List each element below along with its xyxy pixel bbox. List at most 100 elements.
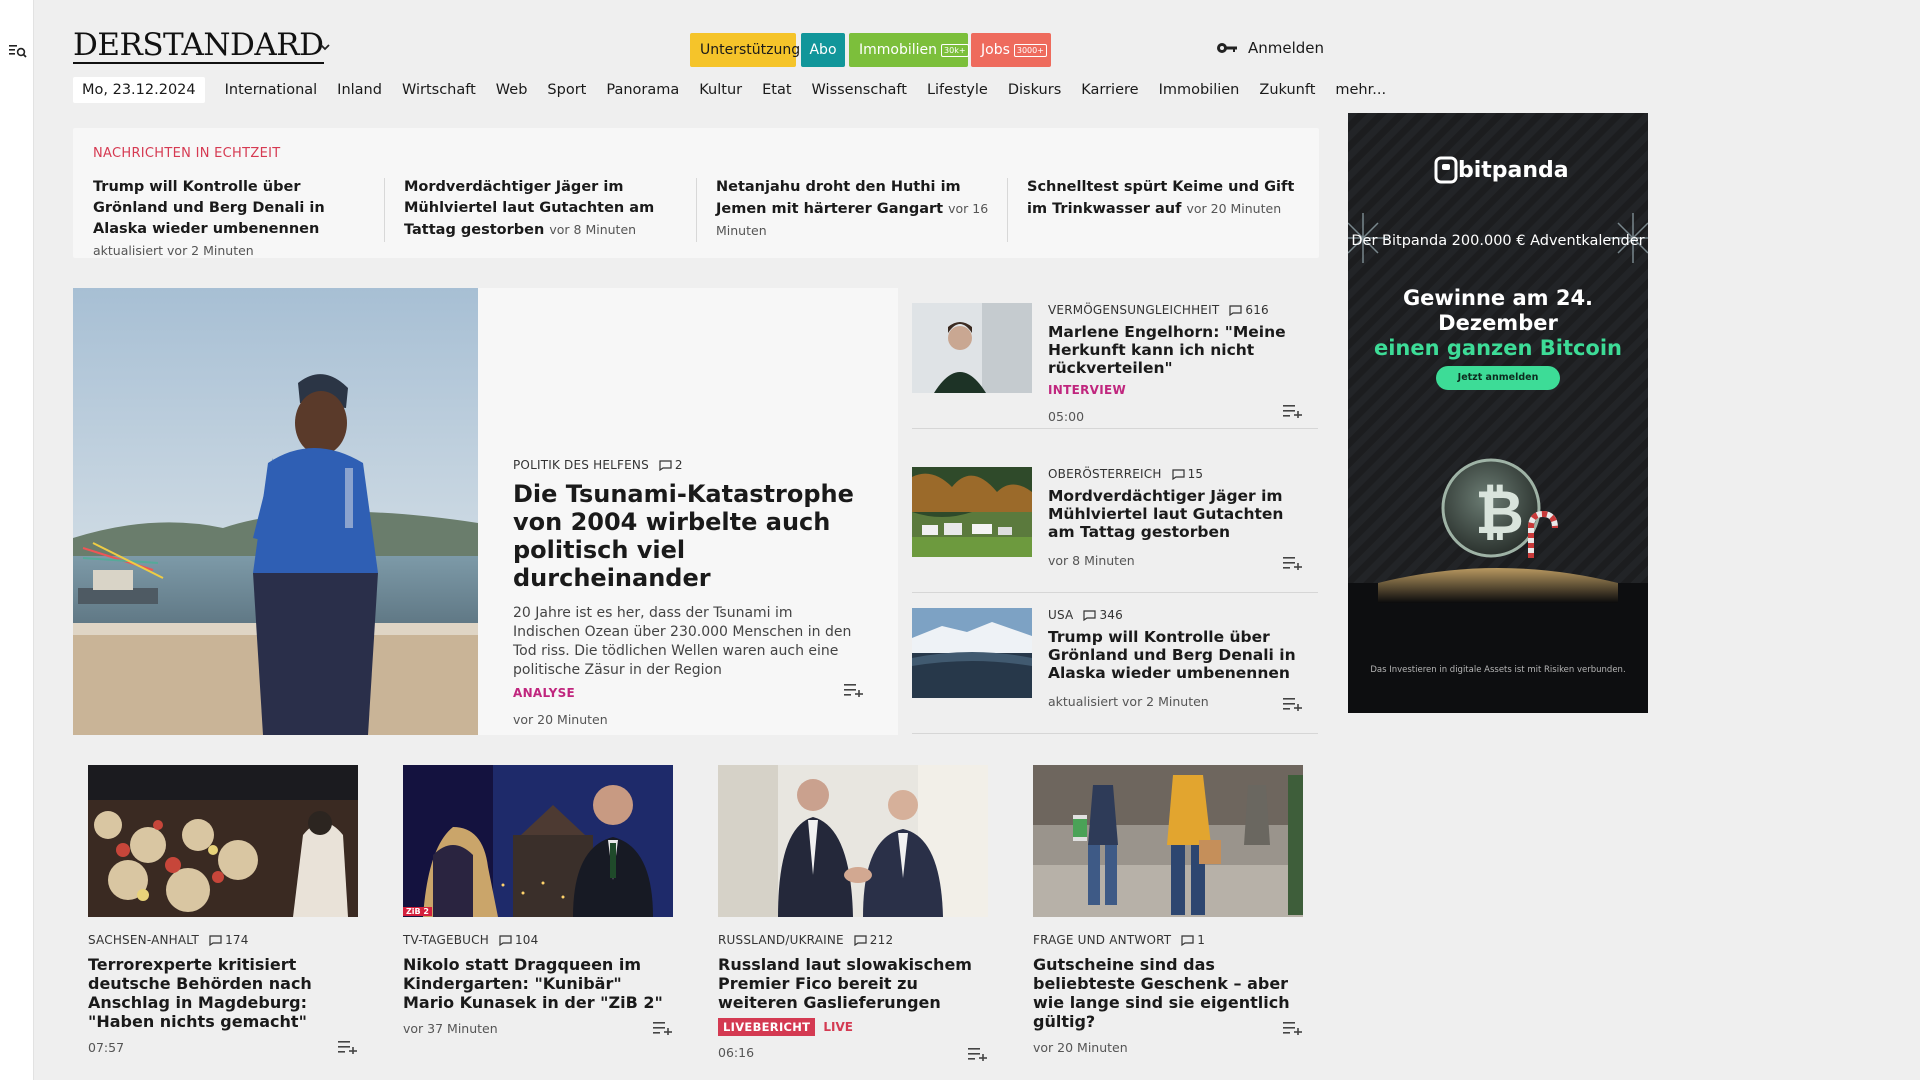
login-button[interactable]: Anmelden — [1216, 39, 1324, 57]
timestamp: 06:16 — [718, 1045, 755, 1060]
ticker-item[interactable]: Trump will Kontrolle über Grönland und B… — [93, 177, 373, 262]
nav-item-karriere[interactable]: Karriere — [1081, 82, 1138, 98]
nav-item-immobilien[interactable]: Immobilien — [1159, 82, 1240, 98]
side-article-text: OBERÖSTERREICH 15 Mordverdächtiger Jäger… — [1048, 467, 1308, 568]
article-title[interactable]: Nikolo statt Dragqueen im Kindergarten: … — [403, 955, 673, 1012]
nav-item-lifestyle[interactable]: Lifestyle — [927, 82, 988, 98]
article-tag: ANALYSE — [513, 686, 576, 700]
add-to-list-icon[interactable] — [338, 1040, 358, 1054]
site-logo[interactable]: DERSTANDARD — [73, 30, 324, 64]
nav-item-mehr[interactable]: mehr... — [1335, 82, 1386, 98]
comment-count[interactable]: 15 — [1171, 467, 1204, 481]
article-title[interactable]: Mordverdächtiger Jäger im Mühlviertel la… — [1048, 487, 1308, 541]
jobs-label: Jobs — [981, 42, 1010, 58]
article-photo — [718, 765, 988, 917]
nav-item-wissenschaft[interactable]: Wissenschaft — [812, 82, 907, 98]
side-article-text: VERMÖGENSUNGLEICHHEIT 616 Marlene Engelh… — [1048, 303, 1308, 424]
kicker-label: SACHSEN-ANHALT — [88, 933, 200, 947]
ad-cta-button[interactable]: Jetzt anmelden — [1436, 372, 1560, 383]
menu-search-icon[interactable] — [9, 42, 27, 60]
add-to-list-icon[interactable] — [1283, 404, 1303, 418]
live-indicator: LIVEBERICHT LIVE — [718, 1018, 988, 1036]
add-to-list-icon[interactable] — [1283, 1021, 1303, 1035]
zib2-logo: ZiB 2 — [403, 907, 432, 916]
support-button[interactable]: Unterstützung — [690, 33, 800, 67]
article-title[interactable]: Terrorexperte kritisiert deutsche Behörd… — [88, 955, 358, 1031]
kicker-label: RUSSLAND/UKRAINE — [718, 933, 844, 947]
comment-count-label: 616 — [1245, 303, 1269, 317]
article-kicker: SACHSEN-ANHALT 174 — [88, 933, 358, 947]
kicker-label: OBERÖSTERREICH — [1048, 467, 1162, 481]
article-title[interactable]: Marlene Engelhorn: "Meine Herkunft kann … — [1048, 323, 1308, 377]
bitpanda-ad[interactable]: ₿ bitpanda Der Bitpanda 200.000 € Advent… — [1348, 113, 1648, 713]
ticker-title: Netanjahu droht den Huthi im Jemen mit h… — [716, 179, 961, 217]
support-label: Unterstützung — [700, 42, 801, 58]
hero-title[interactable]: Die Tsunami-Katastrophe von 2004 wirbelt… — [513, 480, 863, 592]
ticker-item[interactable]: Mordverdächtiger Jäger im Mühlvier­tel l… — [404, 177, 684, 241]
article-card[interactable]: SACHSEN-ANHALT 174 Terrorexperte kritisi… — [88, 765, 358, 1055]
article-photo — [88, 765, 358, 917]
nav-item-inland[interactable]: Inland — [337, 82, 382, 98]
comment-count[interactable]: 2 — [659, 458, 683, 472]
abo-button[interactable]: Abo — [801, 33, 845, 67]
nav-item-international[interactable]: International — [225, 82, 318, 98]
comment-count[interactable]: 104 — [499, 933, 539, 947]
live-ticker: NACHRICHTEN IN ECHTZEIT Trump will Kontr… — [73, 128, 1319, 258]
side-article[interactable]: VERMÖGENSUNGLEICHHEIT 616 Marlene Engelh… — [912, 288, 1318, 429]
timestamp: vor 20 Minuten — [1033, 1040, 1128, 1055]
timestamp: 05:00 — [1048, 409, 1085, 424]
article-card[interactable]: ZiB 2 TV-TAGEBUCH 104 Nikolo statt Dragq… — [403, 765, 673, 1036]
article-thumbnail — [912, 608, 1032, 698]
add-to-list-icon[interactable] — [1283, 697, 1303, 711]
nav-item-kultur[interactable]: Kultur — [699, 82, 742, 98]
article-kicker: RUSSLAND/UKRAINE 212 — [718, 933, 988, 947]
add-to-list-icon[interactable] — [653, 1021, 673, 1035]
article-title[interactable]: Gutscheine sind das beliebteste Geschenk… — [1033, 955, 1303, 1031]
jobs-button[interactable]: Jobs 3000+ — [971, 33, 1051, 67]
side-article[interactable]: USA 346 Trump will Kontrolle über Grönla… — [912, 593, 1318, 734]
article-tag: INTERVIEW — [1048, 383, 1127, 397]
comment-count[interactable]: 212 — [854, 933, 894, 947]
comment-count-label: 1 — [1197, 933, 1206, 947]
comment-count[interactable]: 174 — [209, 933, 249, 947]
kicker-label: TV-TAGEBUCH — [403, 933, 489, 947]
nav-item-panorama[interactable]: Panorama — [606, 82, 679, 98]
hero-article[interactable]: POLITIK DES HELFENS 2 Die Tsunami-Katast… — [73, 288, 898, 735]
article-title[interactable]: Trump will Kontrolle über Grönland und B… — [1048, 628, 1308, 682]
comment-count[interactable]: 346 — [1083, 608, 1123, 622]
article-kicker: OBERÖSTERREICH 15 — [1048, 467, 1308, 481]
divider — [696, 178, 697, 242]
immobilien-button[interactable]: Immobilien 30k+ — [849, 33, 969, 67]
article-title[interactable]: Russland laut slowakischem Premier Fico … — [718, 955, 988, 1012]
article-card[interactable]: RUSSLAND/UKRAINE 212 Russland laut slowa… — [718, 765, 988, 1061]
ticker-time: vor 8 Minuten — [549, 222, 637, 237]
nav-item-web[interactable]: Web — [496, 82, 528, 98]
nav-item-sport[interactable]: Sport — [547, 82, 586, 98]
ticker-time: vor 20 Minuten — [1186, 201, 1282, 216]
ticker-item[interactable]: Netanjahu droht den Huthi im Jemen mit h… — [716, 177, 996, 242]
ad-headline-2: Dezember — [1438, 311, 1558, 335]
date-display: Mo, 23.12.2024 — [73, 77, 205, 103]
comment-count[interactable]: 1 — [1181, 933, 1205, 947]
ticker-item[interactable]: Schnelltest spürt Keime und Gift im Trin… — [1027, 177, 1307, 220]
side-article-text: USA 346 Trump will Kontrolle über Grönla… — [1048, 608, 1308, 709]
timestamp: vor 8 Minuten — [1048, 553, 1135, 568]
add-to-list-icon[interactable] — [844, 683, 864, 697]
nav-item-wirtschaft[interactable]: Wirtschaft — [402, 82, 476, 98]
add-to-list-icon[interactable] — [968, 1047, 988, 1061]
add-to-list-icon[interactable] — [1283, 556, 1303, 570]
article-card[interactable]: FRAGE UND ANTWORT 1 Gutscheine sind das … — [1033, 765, 1303, 1055]
nav-item-zukunft[interactable]: Zukunft — [1259, 82, 1315, 98]
ticker-title: Trump will Kontrolle über Grönland und B… — [93, 179, 325, 237]
chevron-down-icon[interactable] — [318, 40, 332, 54]
comment-count[interactable]: 616 — [1229, 303, 1269, 317]
side-article[interactable]: OBERÖSTERREICH 15 Mordverdächtiger Jäger… — [912, 452, 1318, 593]
article-kicker: VERMÖGENSUNGLEICHHEIT 616 — [1048, 303, 1308, 317]
comment-icon — [854, 934, 867, 946]
timestamp: vor 37 Minuten — [403, 1021, 498, 1036]
ad-headline-3: einen ganzen Bitcoin — [1373, 336, 1623, 360]
jobs-count-badge: 3000+ — [1013, 43, 1047, 57]
nav-item-etat[interactable]: Etat — [762, 82, 791, 98]
hero-kicker: POLITIK DES HELFENS 2 — [513, 458, 863, 472]
nav-item-diskurs[interactable]: Diskurs — [1008, 82, 1061, 98]
